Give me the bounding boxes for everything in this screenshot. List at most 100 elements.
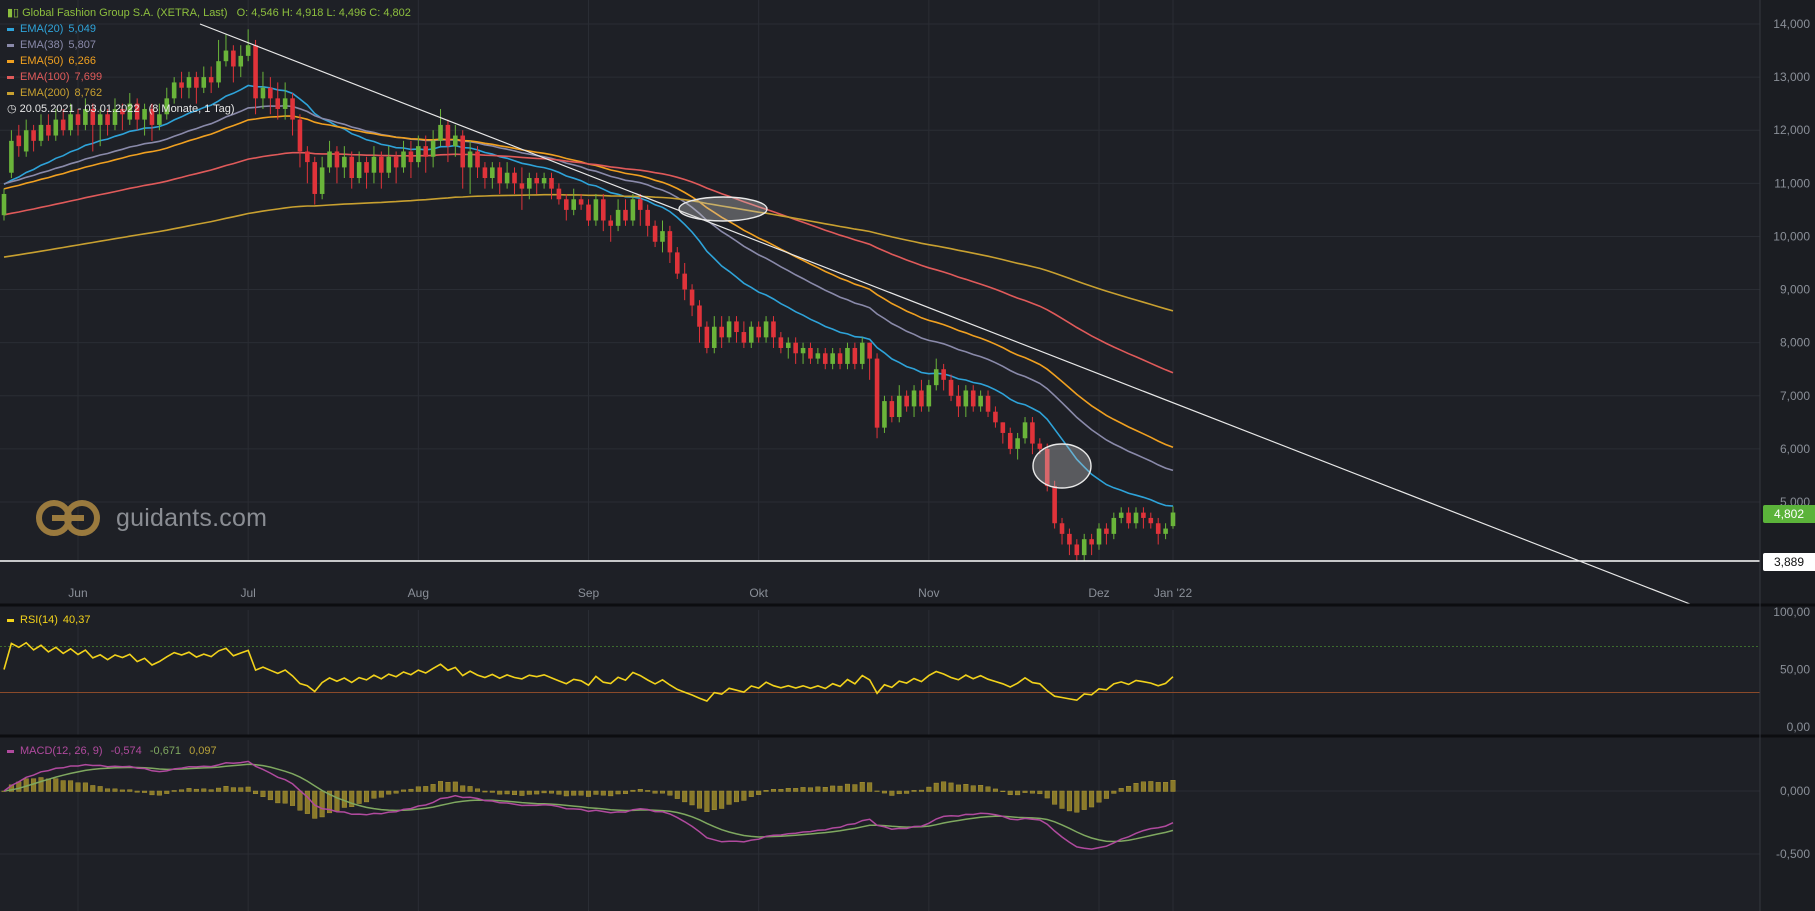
macd-hist-bar [423, 786, 429, 792]
macd-hist-bar [770, 789, 776, 792]
candle-body [948, 379, 954, 396]
macd-hist-bar [82, 782, 88, 792]
candle-body [1170, 512, 1176, 527]
macd-hist-bar [534, 790, 540, 795]
macd-hist-bar [1140, 781, 1146, 792]
macd-hist-bar [238, 787, 244, 792]
ema-label: EMA(200) [20, 87, 70, 99]
macd-hist-bar [1044, 790, 1050, 799]
candle-body [312, 162, 318, 194]
x-tick-label: Aug [408, 586, 429, 600]
macd-hist-bar [526, 790, 532, 795]
candle-body [512, 172, 517, 184]
candle-body [689, 289, 695, 306]
macd-hist-bar [800, 787, 806, 792]
candle-body [53, 119, 59, 136]
candle-body [416, 146, 421, 163]
macd-hist-bar [822, 787, 828, 792]
macd-hist-bar [615, 790, 621, 795]
candle-body [1163, 528, 1168, 534]
macd-hist-bar [911, 790, 917, 792]
candle-body [438, 124, 443, 141]
candle-body [778, 337, 784, 348]
candle-body [1111, 517, 1117, 534]
macd-hist-bar [60, 780, 66, 792]
macd-hist-bar [918, 789, 924, 792]
ohlc-values: O: 4,546 H: 4,918 L: 4,496 C: 4,802 [236, 7, 411, 19]
macd-hist-bar [356, 790, 362, 804]
main-legend: ▮▯ Global Fashion Group S.A. (XETRA, Last… [7, 5, 411, 117]
macd-hist-value: 0,097 [189, 745, 217, 757]
macd-hist-bar [970, 785, 976, 792]
macd-hist-bar [889, 790, 895, 796]
macd-hist-bar [171, 790, 177, 792]
ema-swatch [7, 27, 14, 31]
candle-body [837, 353, 843, 364]
macd-hist-bar [571, 790, 577, 796]
macd-hist-bar [460, 785, 466, 792]
macd-hist-bar [68, 780, 74, 792]
macd-hist-bar [142, 790, 148, 793]
macd-hist-bar [549, 790, 554, 794]
candle-body [460, 135, 466, 168]
ema-value: 5,049 [68, 23, 96, 35]
macd-hist-bar [896, 790, 902, 795]
y-tick-label: 9,000 [1780, 283, 1810, 297]
rsi-tick-label: 100,00 [1773, 605, 1810, 619]
candle-body [445, 124, 451, 147]
candle-body [674, 252, 680, 274]
ema-label: EMA(20) [20, 23, 64, 35]
candle-body [9, 140, 14, 173]
candle-body [793, 342, 798, 354]
macd-hist-bar [519, 790, 525, 796]
candle-body [297, 119, 303, 152]
candle-body [16, 135, 22, 147]
macd-hist-bar [556, 790, 562, 795]
macd-hist-bar [1133, 783, 1139, 792]
macd-hist-bar [778, 789, 784, 792]
macd-hist-bar [90, 785, 96, 792]
macd-hist-bar [201, 788, 207, 792]
macd-hist-bar [955, 784, 961, 792]
last-price-tag: 4,802 [1763, 505, 1815, 523]
macd-hist-bar [1163, 782, 1169, 792]
candle-body [763, 321, 769, 338]
macd-hist-bar [844, 783, 850, 792]
macd-hist-bar [386, 790, 392, 795]
macd-hist-bar [297, 790, 303, 811]
macd-hist-bar [881, 790, 887, 794]
x-tick-label: Jan '22 [1154, 586, 1193, 600]
rsi-tick-label: 0,00 [1787, 720, 1811, 734]
candle-body [1007, 432, 1013, 449]
candle-body [1000, 422, 1006, 433]
x-tick-label: Jul [240, 586, 255, 600]
candle-body [401, 151, 406, 168]
macd-hist-bar [541, 790, 547, 794]
interval: (8 Monate, 1 Tag) [148, 103, 235, 115]
macd-hist-bar [1007, 790, 1013, 795]
candle-body [453, 135, 458, 147]
range-line: ◷ 20.05.2021 - 03.01.2022 (8 Monate, 1 Ta… [7, 101, 411, 117]
macd-hist-bar [1015, 790, 1021, 796]
x-tick-label: Okt [749, 586, 768, 600]
macd-hist-bar [105, 788, 111, 792]
macd-hist-bar [586, 790, 591, 797]
candle-body [408, 151, 414, 163]
candle-body [305, 151, 310, 163]
macd-hist-bar [578, 790, 584, 796]
candle-body [874, 358, 880, 428]
macd-hist-bar [512, 790, 518, 795]
macd-hist-bar [859, 782, 865, 792]
macd-hist-bar [696, 790, 702, 809]
macd-hist-bar [1029, 790, 1035, 794]
candle-body [711, 326, 717, 348]
candle-body [1081, 539, 1087, 556]
candle-body [993, 411, 998, 423]
macd-hist-bar [933, 782, 939, 792]
candle-body [549, 178, 554, 189]
candle-body [867, 342, 872, 359]
macd-hist-bar [504, 790, 510, 795]
macd-hist-bar [674, 790, 680, 799]
macd-hist-bar [475, 788, 481, 792]
macd-hist-bar [1170, 779, 1176, 792]
